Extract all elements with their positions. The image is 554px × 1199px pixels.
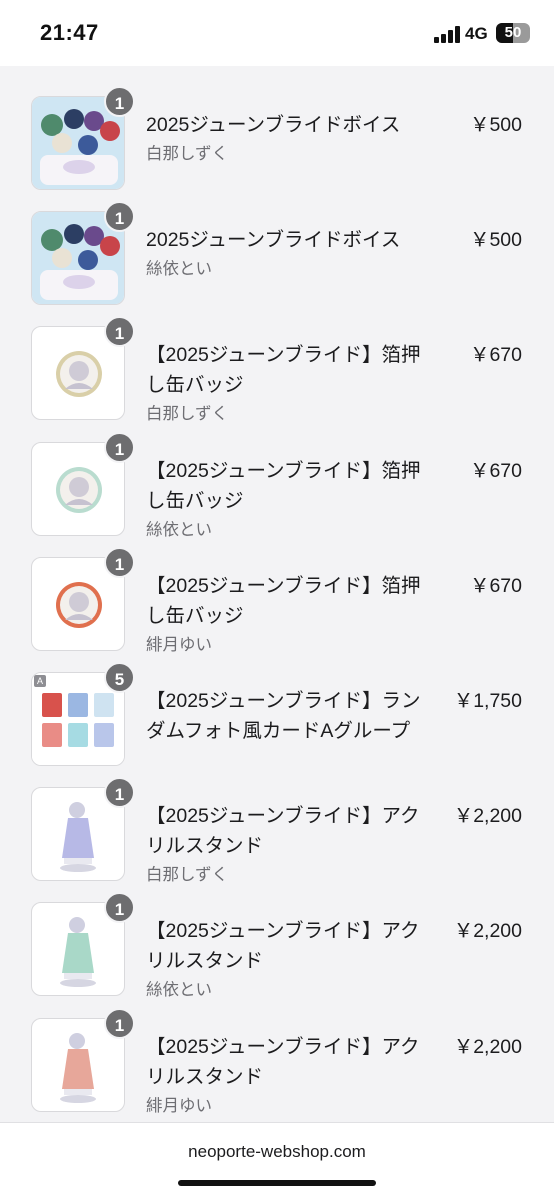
- quantity-badge: 1: [104, 546, 135, 578]
- product-price: ￥670: [469, 574, 522, 597]
- cart-item[interactable]: 1 【2025ジューンブライド】箔押し缶バッジ白那しずく ￥670: [0, 316, 554, 431]
- product-title: 【2025ジューンブライド】箔押し缶バッジ: [146, 574, 421, 627]
- product-variant: 絲依とい: [146, 260, 212, 279]
- product-price: ￥500: [469, 229, 522, 252]
- signal-icon: [434, 25, 460, 43]
- home-indicator[interactable]: [178, 1180, 376, 1186]
- battery-icon: 50: [496, 23, 530, 43]
- product-title: 2025ジューンブライドボイス: [146, 114, 401, 136]
- quantity-badge: 1: [104, 86, 135, 117]
- cart-item[interactable]: 1 【2025ジューンブライド】アクリルスタンド絲依とい ￥2,200: [0, 892, 554, 1007]
- product-variant: 白那しずく: [146, 866, 229, 885]
- product-title: 【2025ジューンブライド】箔押し缶バッジ: [146, 459, 421, 512]
- cart-item[interactable]: 1 2025ジューンブライドボイス絲依とい ￥500: [0, 201, 554, 316]
- status-time: 21:47: [40, 20, 99, 45]
- cart-item[interactable]: 1 2025ジューンブライドボイス白那しずく ￥500: [0, 86, 554, 201]
- quantity-badge: 1: [104, 1007, 135, 1039]
- product-price: ￥670: [469, 459, 522, 482]
- quantity-badge: 1: [104, 431, 135, 463]
- product-title: 【2025ジューンブライド】アクリルスタンド: [146, 920, 420, 973]
- product-title: 【2025ジューンブライド】箔押し缶バッジ: [146, 344, 421, 397]
- network-label: 4G: [465, 24, 488, 43]
- product-variant: 白那しずく: [146, 145, 229, 163]
- cart-item[interactable]: A 5 【2025ジューンブライド】ランダムフォト風カードAグループ ￥1,750: [0, 662, 554, 777]
- cart-item[interactable]: 1 【2025ジューンブライド】アクリルスタンド白那しずく ￥2,200: [0, 777, 554, 892]
- product-price: ￥500: [469, 114, 522, 136]
- quantity-badge: 1: [104, 201, 135, 233]
- product-title: 【2025ジューンブライド】ランダムフォト風カードAグループ: [146, 690, 421, 742]
- cart-item[interactable]: 1 【2025ジューンブライド】箔押し缶バッジ絲依とい ￥670: [0, 431, 554, 547]
- group-tag: A: [34, 675, 46, 687]
- product-variant: 緋月ゆい: [146, 635, 212, 654]
- product-variant: 緋月ゆい: [146, 1096, 212, 1115]
- product-variant: 絲依とい: [146, 520, 212, 539]
- product-variant: 絲依とい: [146, 981, 212, 1000]
- quantity-badge: 1: [104, 316, 135, 348]
- product-price: ￥670: [469, 344, 522, 367]
- quantity-badge: 1: [104, 777, 135, 809]
- product-price: ￥2,200: [453, 920, 522, 943]
- quantity-badge: 1: [104, 892, 135, 924]
- quantity-badge: 5: [104, 662, 135, 693]
- url-address-bar[interactable]: neoporte-webshop.com: [0, 1142, 554, 1162]
- product-price: ￥2,200: [453, 1035, 522, 1058]
- cart-item[interactable]: 1 【2025ジューンブライド】アクリルスタンド緋月ゆい ￥2,200: [0, 1007, 554, 1122]
- product-title: 【2025ジューンブライド】アクリルスタンド: [146, 1035, 420, 1088]
- browser-bottom-bar: neoporte-webshop.com: [0, 1122, 554, 1199]
- product-price: ￥2,200: [453, 805, 522, 828]
- battery-percent: 50: [504, 24, 522, 41]
- product-title: 【2025ジューンブライド】アクリルスタンド: [146, 805, 420, 858]
- cart-item-list[interactable]: 1 2025ジューンブライドボイス 白那しずく ￥500 1 2025ジューンブライドボ…: [0, 66, 554, 1122]
- cart-item[interactable]: 1 【2025ジューンブライド】箔押し缶バッジ緋月ゆい ￥670: [0, 546, 554, 662]
- product-variant: 白那しずく: [146, 405, 229, 424]
- status-bar: 21:47 4G 50: [0, 0, 554, 66]
- product-title: 2025ジューンブライドボイス: [146, 229, 401, 252]
- product-price: ￥1,750: [453, 690, 522, 712]
